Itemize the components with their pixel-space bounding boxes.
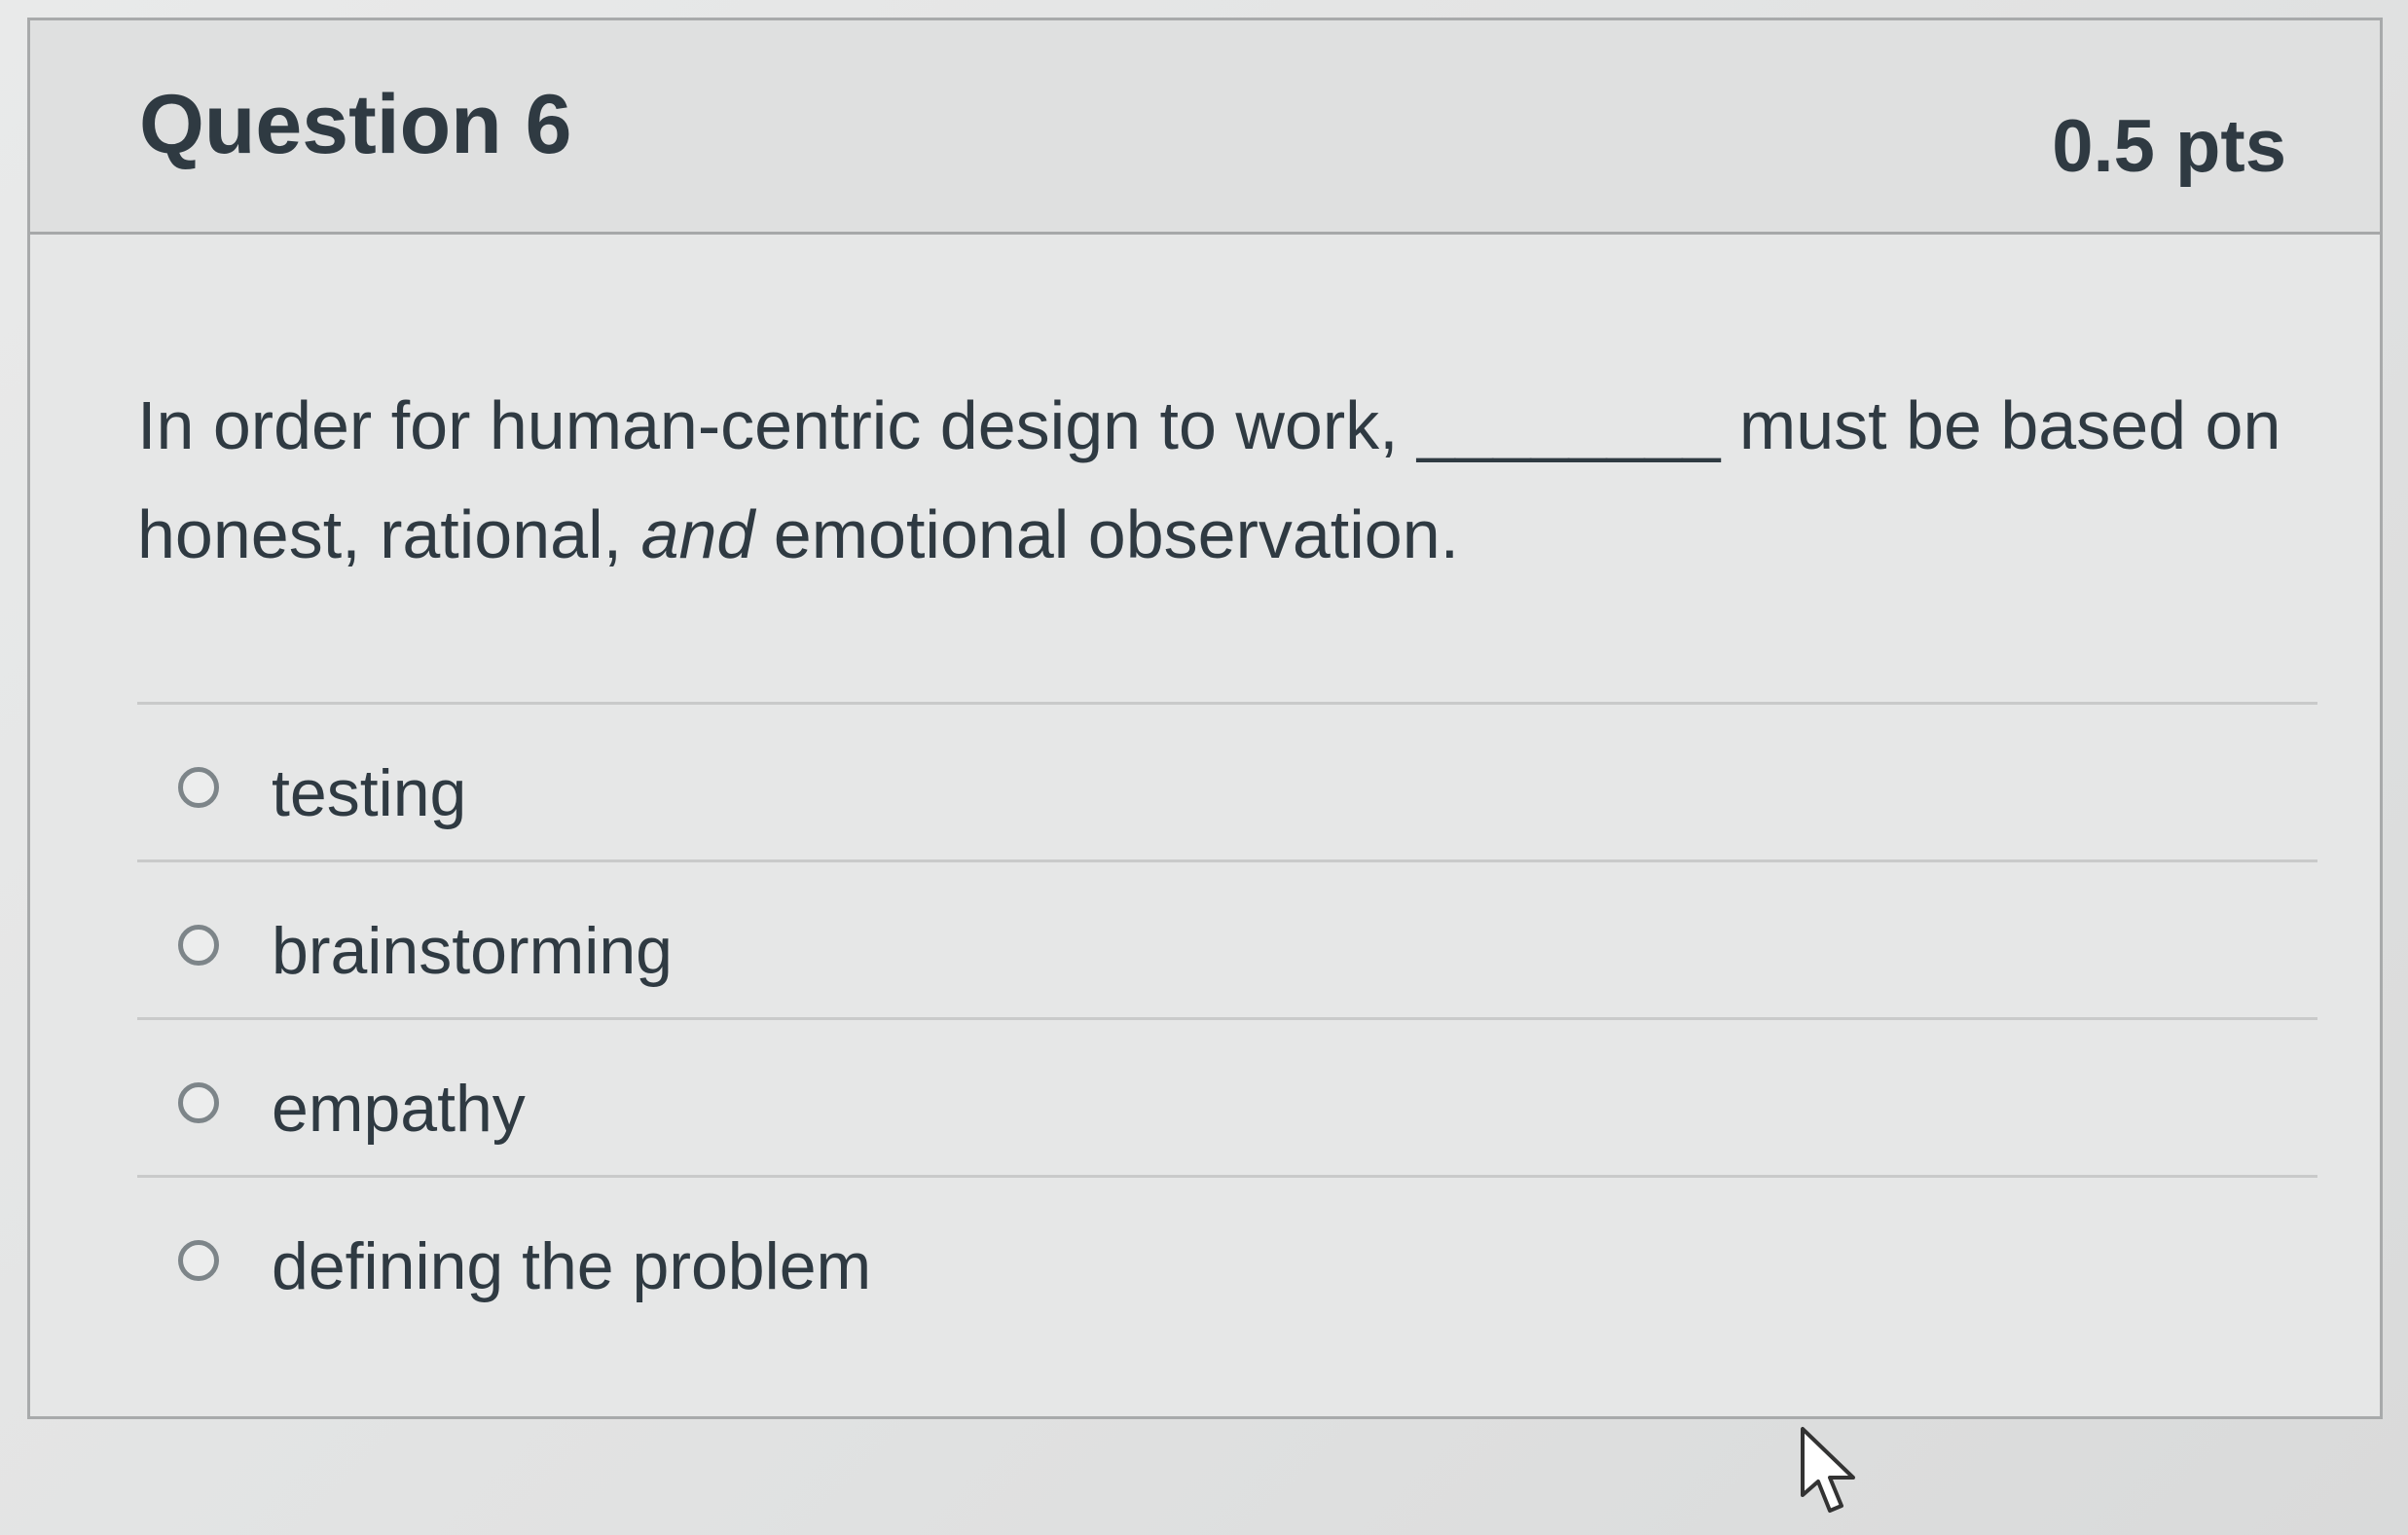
radio-button-icon[interactable] <box>178 767 219 808</box>
fill-in-blank: ________ <box>1417 387 1721 463</box>
question-text-part-1: In order for human-centric design to wor… <box>137 387 1418 463</box>
answer-label[interactable]: testing <box>272 755 466 831</box>
question-text-emphasis: and <box>640 496 755 572</box>
question-text: In order for human-centric design to wor… <box>137 371 2317 589</box>
mouse-pointer-icon <box>1801 1427 1855 1513</box>
radio-button-icon[interactable] <box>178 1082 219 1123</box>
radio-button-icon[interactable] <box>178 925 219 966</box>
answer-option-empathy[interactable]: empathy <box>137 1017 2317 1175</box>
answer-option-defining-the-problem[interactable]: defining the problem <box>137 1175 2317 1333</box>
question-points: 0.5 pts <box>2052 105 2286 188</box>
answer-label[interactable]: empathy <box>272 1071 526 1147</box>
answer-option-testing[interactable]: testing <box>137 702 2317 859</box>
radio-button-icon[interactable] <box>178 1240 219 1281</box>
question-title: Question 6 <box>139 78 572 171</box>
answer-options: testing brainstorming empathy defining t… <box>137 702 2317 1333</box>
question-header: Question 6 0.5 pts <box>30 20 2380 235</box>
answer-label[interactable]: defining the problem <box>272 1228 871 1304</box>
answer-option-brainstorming[interactable]: brainstorming <box>137 859 2317 1017</box>
quiz-question-card: Question 6 0.5 pts In order for human-ce… <box>27 18 2383 1419</box>
answer-label[interactable]: brainstorming <box>272 913 673 989</box>
question-text-part-3: emotional observation. <box>754 496 1460 572</box>
